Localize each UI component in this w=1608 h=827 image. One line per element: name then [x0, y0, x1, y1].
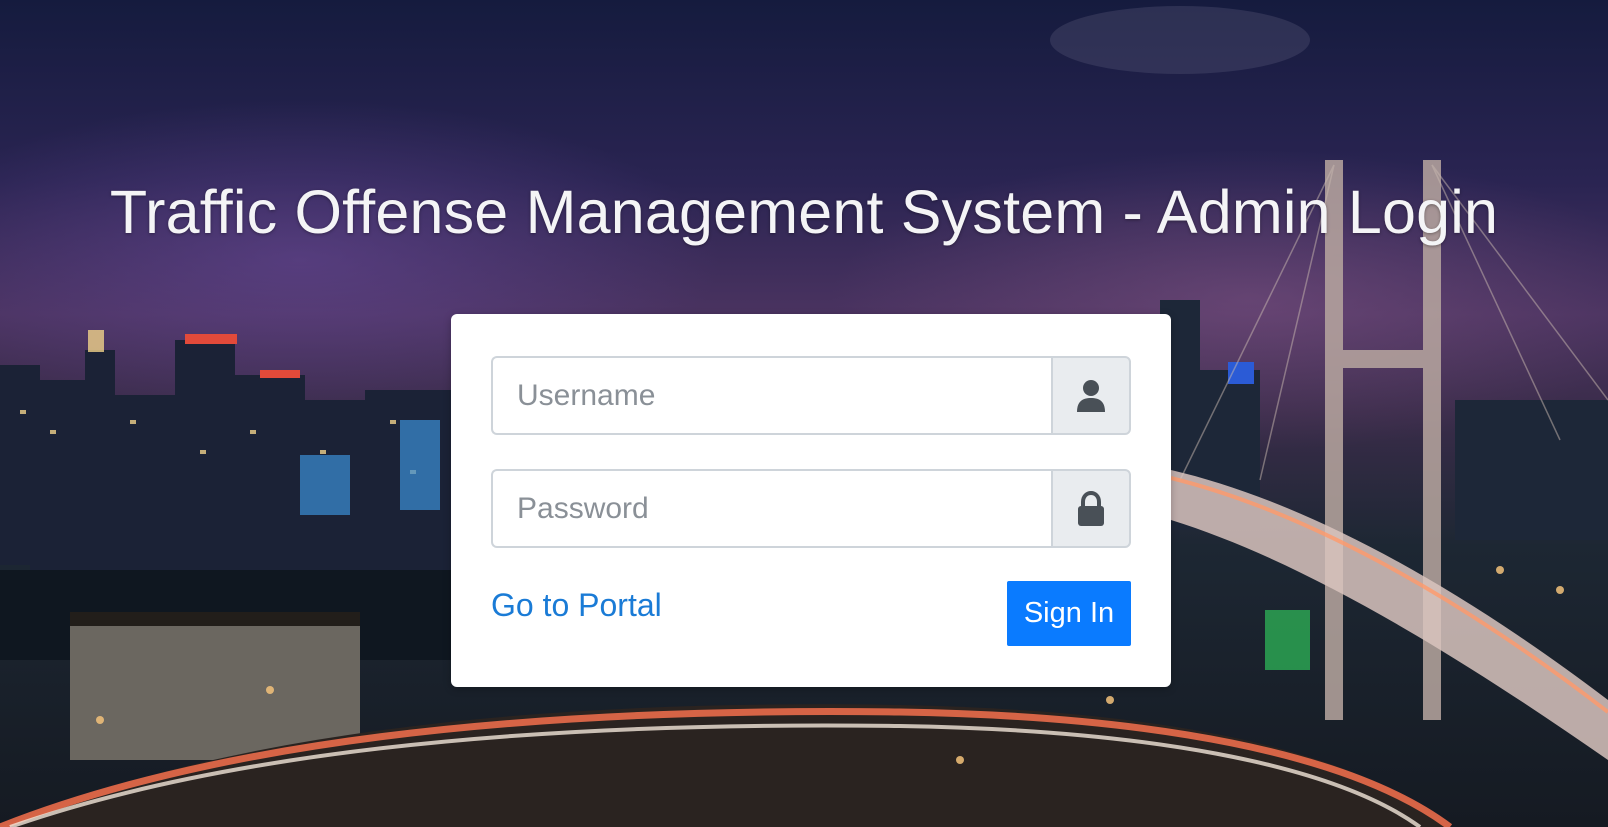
login-card: Go to Portal Sign In	[451, 314, 1171, 687]
user-icon	[1077, 379, 1105, 412]
username-input-group	[491, 356, 1131, 435]
username-input[interactable]	[491, 356, 1051, 435]
go-to-portal-link[interactable]: Go to Portal	[491, 587, 662, 624]
password-addon	[1051, 469, 1131, 548]
page-title: Traffic Offense Management System - Admi…	[109, 177, 1499, 246]
lock-icon	[1078, 490, 1104, 526]
sign-in-button[interactable]: Sign In	[1007, 581, 1131, 646]
password-input-group	[491, 469, 1131, 548]
password-input[interactable]	[491, 469, 1051, 548]
username-addon	[1051, 356, 1131, 435]
